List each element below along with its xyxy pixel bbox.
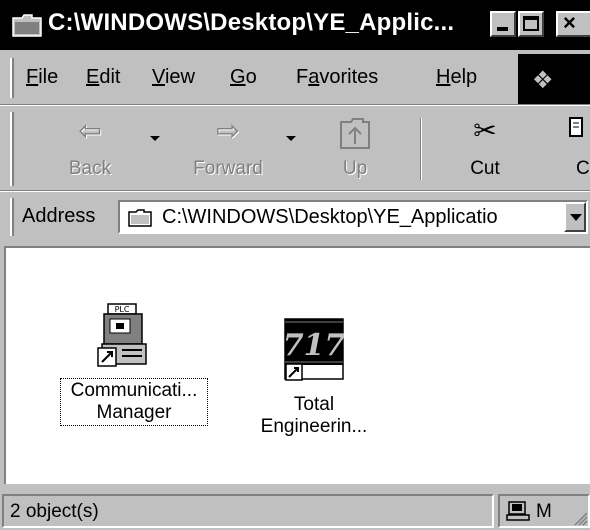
minimize-icon — [497, 27, 508, 31]
copy-button[interactable]: C — [548, 114, 590, 184]
menu-toolbar-divider — [0, 104, 590, 106]
address-dropdown-button[interactable] — [564, 202, 586, 232]
back-button[interactable]: ⇦ Back — [50, 114, 130, 184]
status-bar: 2 object(s) M — [0, 490, 590, 530]
status-zone-panel: M — [498, 494, 590, 528]
back-dropdown-icon[interactable] — [150, 136, 160, 141]
address-grip[interactable] — [10, 198, 14, 236]
status-zone-text: M — [536, 501, 552, 522]
minimize-button[interactable] — [490, 11, 516, 37]
file-label-total-engineering: Total Engineerin... — [260, 394, 368, 437]
back-label: Back — [68, 158, 112, 179]
windows-logo-icon: ❖ — [532, 67, 554, 94]
toolbar-grip[interactable] — [10, 112, 14, 186]
cut-button[interactable]: ✂ Cut — [448, 114, 522, 184]
menu-edit[interactable]: Edit — [86, 66, 120, 89]
menu-file[interactable]: File — [26, 66, 58, 89]
title-bar[interactable]: C:\WINDOWS\Desktop\YE_Applic... × — [0, 0, 590, 50]
up-button[interactable]: Up — [320, 114, 390, 184]
maximize-icon — [523, 16, 539, 31]
forward-arrow-icon: ⇨ — [216, 115, 240, 146]
resize-grip-icon[interactable] — [574, 512, 588, 526]
address-input[interactable]: C:\WINDOWS\Desktop\YE_Applicatio — [118, 200, 588, 234]
menu-bar: File Edit View Go Favorites Help ❖ — [0, 54, 590, 104]
toolbar-separator — [420, 118, 422, 180]
close-icon: × — [563, 10, 576, 35]
status-objects-text: 2 object(s) — [10, 501, 99, 522]
address-bar: Address C:\WINDOWS\Desktop\YE_Applicatio — [0, 194, 590, 240]
menu-help[interactable]: Help — [436, 66, 477, 89]
folder-icon — [128, 209, 152, 227]
file-item-communication-manager[interactable]: PLC Communicati... Manager — [58, 302, 218, 452]
forward-button[interactable]: ⇨ Forward — [176, 114, 280, 184]
plc-shortcut-icon: PLC — [97, 303, 147, 367]
close-button[interactable]: × — [556, 10, 590, 37]
status-objects-panel: 2 object(s) — [2, 494, 494, 528]
menu-favorites[interactable]: Favorites — [296, 66, 378, 89]
file-item-total-engineering[interactable]: 717 Total Engineerin... — [244, 318, 404, 468]
up-label: Up — [342, 158, 368, 179]
menu-go[interactable]: Go — [230, 66, 257, 89]
file-view[interactable]: PLC Communicati... Manager 717 Total Eng… — [4, 246, 590, 484]
menu-grip[interactable] — [10, 58, 14, 98]
scissors-icon: ✂ — [473, 115, 497, 146]
cut-label: Cut — [470, 158, 500, 179]
standard-toolbar: ⇦ Back ⇨ Forward Up ✂ Cut C — [0, 108, 590, 190]
toolbar-address-divider — [0, 190, 590, 192]
address-label: Address — [22, 205, 96, 227]
forward-dropdown-icon[interactable] — [286, 136, 296, 141]
maximize-button[interactable] — [518, 11, 544, 37]
explorer-window: C:\WINDOWS\Desktop\YE_Applic... × File E… — [0, 0, 590, 530]
chevron-down-icon — [570, 214, 582, 221]
svg-text:PLC: PLC — [115, 305, 130, 314]
file-label-communication-manager: Communicati... Manager — [60, 378, 208, 426]
copy-label: C — [576, 158, 590, 179]
svg-text:717: 717 — [284, 328, 344, 363]
forward-label: Forward — [193, 158, 263, 179]
address-value: C:\WINDOWS\Desktop\YE_Applicatio — [162, 206, 498, 228]
folder-icon — [12, 14, 42, 37]
back-arrow-icon: ⇦ — [78, 115, 102, 146]
up-folder-icon — [340, 118, 370, 149]
copy-icon — [569, 117, 583, 137]
computer-icon — [506, 501, 530, 521]
menu-view[interactable]: View — [152, 66, 195, 89]
windows-logo-throbber: ❖ — [518, 54, 590, 104]
window-title: C:\WINDOWS\Desktop\YE_Applic... — [48, 9, 455, 36]
717-shortcut-icon: 717 — [284, 318, 344, 381]
